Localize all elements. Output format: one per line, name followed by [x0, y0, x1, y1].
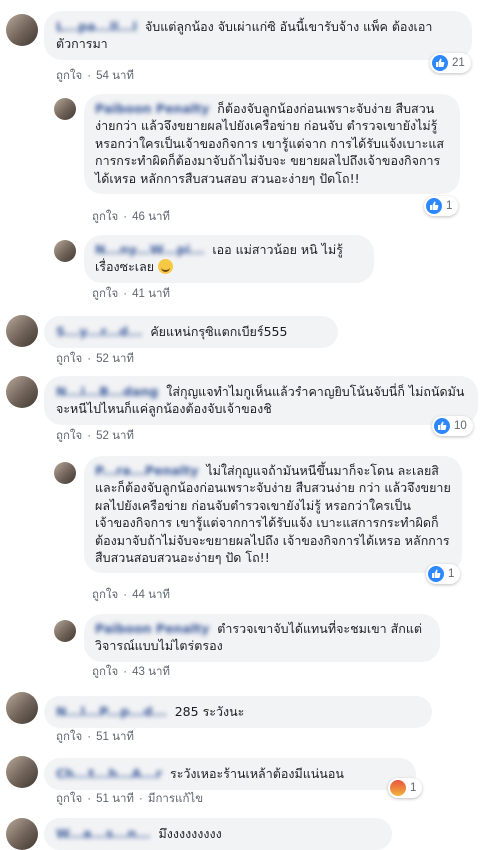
- avatar[interactable]: [54, 240, 76, 262]
- laughing-emoji-icon: [158, 259, 174, 275]
- timestamp[interactable]: 51 นาที: [96, 793, 134, 805]
- timestamp[interactable]: 52 นาที: [96, 353, 134, 365]
- comment-author[interactable]: P...ra...Penalty: [95, 463, 198, 478]
- comment-bubble: P...ra...Penalty ไม่ใส่กุญแจถ้ามันหนีขึ้…: [84, 456, 462, 574]
- comment-meta: ถูกใจ · 46 นาที: [92, 211, 171, 223]
- like-icon: [434, 418, 450, 434]
- reaction-number: 1: [410, 782, 417, 794]
- avatar[interactable]: [6, 818, 38, 850]
- comment-bubble: N...ny...W...pi... เออ แม่สาวน้อย หนิ ไม…: [84, 235, 374, 283]
- comment-text: มึงงงงงงงงง: [158, 826, 222, 841]
- like-icon: [428, 566, 444, 582]
- avatar[interactable]: [6, 315, 38, 347]
- comment-meta: ถูกใจ · 54 นาที: [56, 70, 135, 82]
- comment-author[interactable]: W...a...s...n...: [56, 826, 151, 841]
- comment-author[interactable]: Paiboon Penalty: [95, 621, 209, 636]
- avatar[interactable]: [54, 98, 76, 120]
- comment-meta: ถูกใจ · 41 นาที: [92, 288, 171, 300]
- like-link[interactable]: ถูกใจ: [56, 430, 82, 442]
- like-link[interactable]: ถูกใจ: [92, 666, 118, 678]
- avatar[interactable]: [6, 14, 38, 46]
- comment-author[interactable]: Paiboon Penalty: [95, 101, 209, 116]
- comment-text: ระวังเหอะร้านเหล้าต้องมีแน่นอน: [169, 766, 344, 781]
- edited-label[interactable]: มีการแก้ไข: [148, 793, 203, 805]
- like-link[interactable]: ถูกใจ: [92, 211, 118, 223]
- avatar[interactable]: [6, 376, 38, 408]
- reaction-number: 10: [454, 420, 467, 432]
- comment: W...a...s...n... มึงงงงงงงงง: [0, 814, 494, 850]
- avatar[interactable]: [6, 756, 38, 788]
- comment-bubble: L...pa...ll...l จับแต่ลูกน้อง จับเผ่าแก่…: [44, 11, 472, 60]
- reaction-count[interactable]: 1: [426, 564, 461, 584]
- comment-author[interactable]: L...pa...ll...l: [56, 19, 137, 34]
- timestamp[interactable]: 46 นาที: [132, 211, 170, 223]
- comment-meta: ถูกใจ · 52 นาที: [56, 353, 135, 365]
- comment: S...y...r...d... คัยแหน่กรุซิแตกเบียร์55…: [0, 306, 494, 366]
- comment-author[interactable]: S...y...r...d...: [56, 324, 142, 339]
- reply-comment: P...ra...Penalty ไม่ใส่กุญแจถ้ามันหนีขึ้…: [0, 454, 494, 604]
- like-icon: [426, 198, 442, 214]
- comment-text: ไม่ใส่กุญแจถ้ามันหนีขึ้นมาก็จะโดน ละเลยส…: [95, 463, 451, 566]
- comment-bubble: Paiboon Penalty ก็ต้องจับลูกน้องก่อนเพรา…: [84, 94, 460, 195]
- like-link[interactable]: ถูกใจ: [92, 589, 118, 601]
- comment-meta: ถูกใจ · 44 นาที: [92, 589, 171, 601]
- comment-meta: ถูกใจ · 51 นาที: [56, 731, 135, 743]
- comment-author[interactable]: N...i...B...dang: [56, 384, 158, 399]
- comment-author[interactable]: Ch...t...h...A...r: [56, 766, 162, 781]
- like-link[interactable]: ถูกใจ: [56, 70, 82, 82]
- reaction-count[interactable]: 10: [432, 416, 473, 436]
- comment-bubble: Ch...t...h...A...r ระวังเหอะร้านเหล้าต้อ…: [44, 758, 416, 790]
- comment-meta: ถูกใจ · 43 นาที: [92, 666, 171, 678]
- comment-text: 285 ระวังนะ: [174, 704, 245, 719]
- timestamp[interactable]: 44 นาที: [132, 589, 170, 601]
- reply-comment: Paiboon Penalty ตำรวจเขาจับได้แทนที่จะชม…: [0, 612, 494, 682]
- like-link[interactable]: ถูกใจ: [92, 288, 118, 300]
- comment-bubble: S...y...r...d... คัยแหน่กรุซิแตกเบียร์55…: [44, 316, 338, 348]
- reply-comment: Paiboon Penalty ก็ต้องจับลูกน้องก่อนเพรา…: [0, 90, 494, 230]
- comment-author[interactable]: N...ny...W...pi...: [95, 242, 204, 257]
- comment: N...i...B...dang ใส่กุญแจทำไมกูเห็นแล้วร…: [0, 372, 494, 448]
- timestamp[interactable]: 41 นาที: [132, 288, 170, 300]
- avatar[interactable]: [54, 620, 76, 642]
- timestamp[interactable]: 54 นาที: [96, 70, 134, 82]
- angry-icon: [390, 780, 406, 796]
- reaction-count[interactable]: 21: [430, 53, 471, 73]
- reply-comment: N...ny...W...pi... เออ แม่สาวน้อย หนิ ไม…: [0, 232, 494, 302]
- like-link[interactable]: ถูกใจ: [56, 793, 82, 805]
- timestamp[interactable]: 43 นาที: [132, 666, 170, 678]
- like-icon: [432, 55, 448, 71]
- reaction-count[interactable]: 1: [388, 778, 423, 798]
- reaction-count[interactable]: 1: [424, 196, 459, 216]
- comment-author[interactable]: N...l...P...p...d...: [56, 704, 167, 719]
- like-link[interactable]: ถูกใจ: [56, 353, 82, 365]
- comment: N...l...P...p...d... 285 ระวังนะ ถูกใจ · 5…: [0, 688, 494, 744]
- timestamp[interactable]: 51 นาที: [96, 731, 134, 743]
- comment-text: คัยแหน่กรุซิแตกเบียร์555: [150, 324, 288, 339]
- avatar[interactable]: [54, 462, 76, 484]
- comment-bubble: N...l...P...p...d... 285 ระวังนะ: [44, 696, 432, 728]
- reaction-number: 1: [448, 568, 455, 580]
- comment-meta: ถูกใจ · 52 นาที: [56, 430, 135, 442]
- reaction-number: 1: [446, 200, 453, 212]
- comment: L...pa...ll...l จับแต่ลูกน้อง จับเผ่าแก่…: [0, 0, 494, 90]
- comment-bubble: Paiboon Penalty ตำรวจเขาจับได้แทนที่จะชม…: [84, 614, 440, 662]
- comment: Ch...t...h...A...r ระวังเหอะร้านเหล้าต้อ…: [0, 752, 494, 812]
- like-link[interactable]: ถูกใจ: [56, 731, 82, 743]
- comment-meta: ถูกใจ · 51 นาที · มีการแก้ไข: [56, 793, 204, 805]
- timestamp[interactable]: 52 นาที: [96, 430, 134, 442]
- comment-bubble: W...a...s...n... มึงงงงงงงงง: [44, 818, 392, 850]
- avatar[interactable]: [6, 692, 38, 724]
- comment-bubble: N...i...B...dang ใส่กุญแจทำไมกูเห็นแล้วร…: [44, 376, 478, 425]
- reaction-number: 21: [452, 57, 465, 69]
